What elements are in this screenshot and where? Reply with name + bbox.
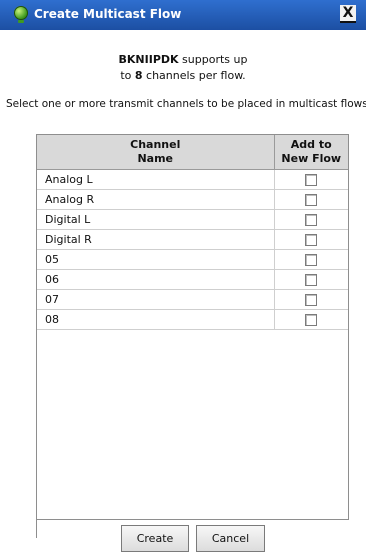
header-line: Name: [137, 152, 174, 165]
add-to-flow-checkbox[interactable]: [305, 294, 318, 306]
channel-name: 05: [37, 249, 275, 270]
add-to-flow-checkbox[interactable]: [305, 174, 318, 186]
header-line: New Flow: [281, 152, 342, 165]
title-bar[interactable]: Create Multicast Flow X: [0, 0, 366, 30]
add-to-flow-checkbox[interactable]: [305, 314, 318, 326]
support-message: BKNIIPDK supports up to 8 channels per f…: [0, 52, 366, 84]
table-row: Analog L: [37, 169, 348, 190]
add-cell: [274, 189, 348, 210]
add-to-flow-checkbox[interactable]: [305, 194, 318, 206]
channel-limit: 8: [134, 69, 143, 82]
header-line: Channel: [130, 138, 181, 151]
add-cell: [274, 249, 348, 270]
channel-grid: Channel Name Add to New Flow Analog L An…: [37, 135, 348, 330]
instruction-text: Select one or more transmit channels to …: [6, 98, 366, 110]
add-to-flow-checkbox[interactable]: [305, 274, 318, 286]
channel-name: Analog R: [37, 189, 275, 210]
add-to-new-flow-header[interactable]: Add to New Flow: [274, 135, 348, 170]
channel-name: 07: [37, 289, 275, 310]
add-cell: [274, 309, 348, 330]
channel-name-header[interactable]: Channel Name: [37, 135, 275, 170]
channel-name: Digital L: [37, 209, 275, 230]
support-line2-suffix: channels per flow.: [146, 69, 246, 82]
support-line-1: BKNIIPDK supports up: [0, 52, 366, 68]
channel-name: Digital R: [37, 229, 275, 250]
channel-table: Channel Name Add to New Flow Analog L An…: [36, 134, 349, 520]
add-to-flow-checkbox[interactable]: [305, 234, 318, 246]
header-line: Add to: [290, 138, 332, 151]
table-row: Digital R: [37, 229, 348, 250]
add-cell: [274, 289, 348, 310]
table-row: 08: [37, 309, 348, 330]
table-border-extension: [36, 520, 37, 538]
add-to-flow-checkbox[interactable]: [305, 254, 318, 266]
channel-name: 06: [37, 269, 275, 290]
cancel-button[interactable]: Cancel: [196, 525, 265, 552]
create-multicast-flow-dialog: Create Multicast Flow X BKNIIPDK support…: [0, 0, 366, 560]
support-line-2: to 8 channels per flow.: [0, 68, 366, 84]
add-cell: [274, 229, 348, 250]
add-cell: [274, 209, 348, 230]
add-cell: [274, 269, 348, 290]
app-icon: [14, 6, 28, 23]
add-cell: [274, 169, 348, 190]
close-icon[interactable]: X: [340, 5, 356, 23]
add-to-flow-checkbox[interactable]: [305, 214, 318, 226]
window-title: Create Multicast Flow: [34, 7, 182, 21]
channel-name: Analog L: [37, 169, 275, 190]
table-header-row: Channel Name Add to New Flow: [37, 135, 348, 170]
support-line1-suffix: supports up: [182, 53, 248, 66]
create-button[interactable]: Create: [121, 525, 189, 552]
channel-name: 08: [37, 309, 275, 330]
table-row: Digital L: [37, 209, 348, 230]
support-line2-prefix: to: [120, 69, 132, 82]
table-row: Analog R: [37, 189, 348, 210]
device-name: BKNIIPDK: [118, 53, 179, 66]
table-row: 06: [37, 269, 348, 290]
table-row: 07: [37, 289, 348, 310]
table-row: 05: [37, 249, 348, 270]
